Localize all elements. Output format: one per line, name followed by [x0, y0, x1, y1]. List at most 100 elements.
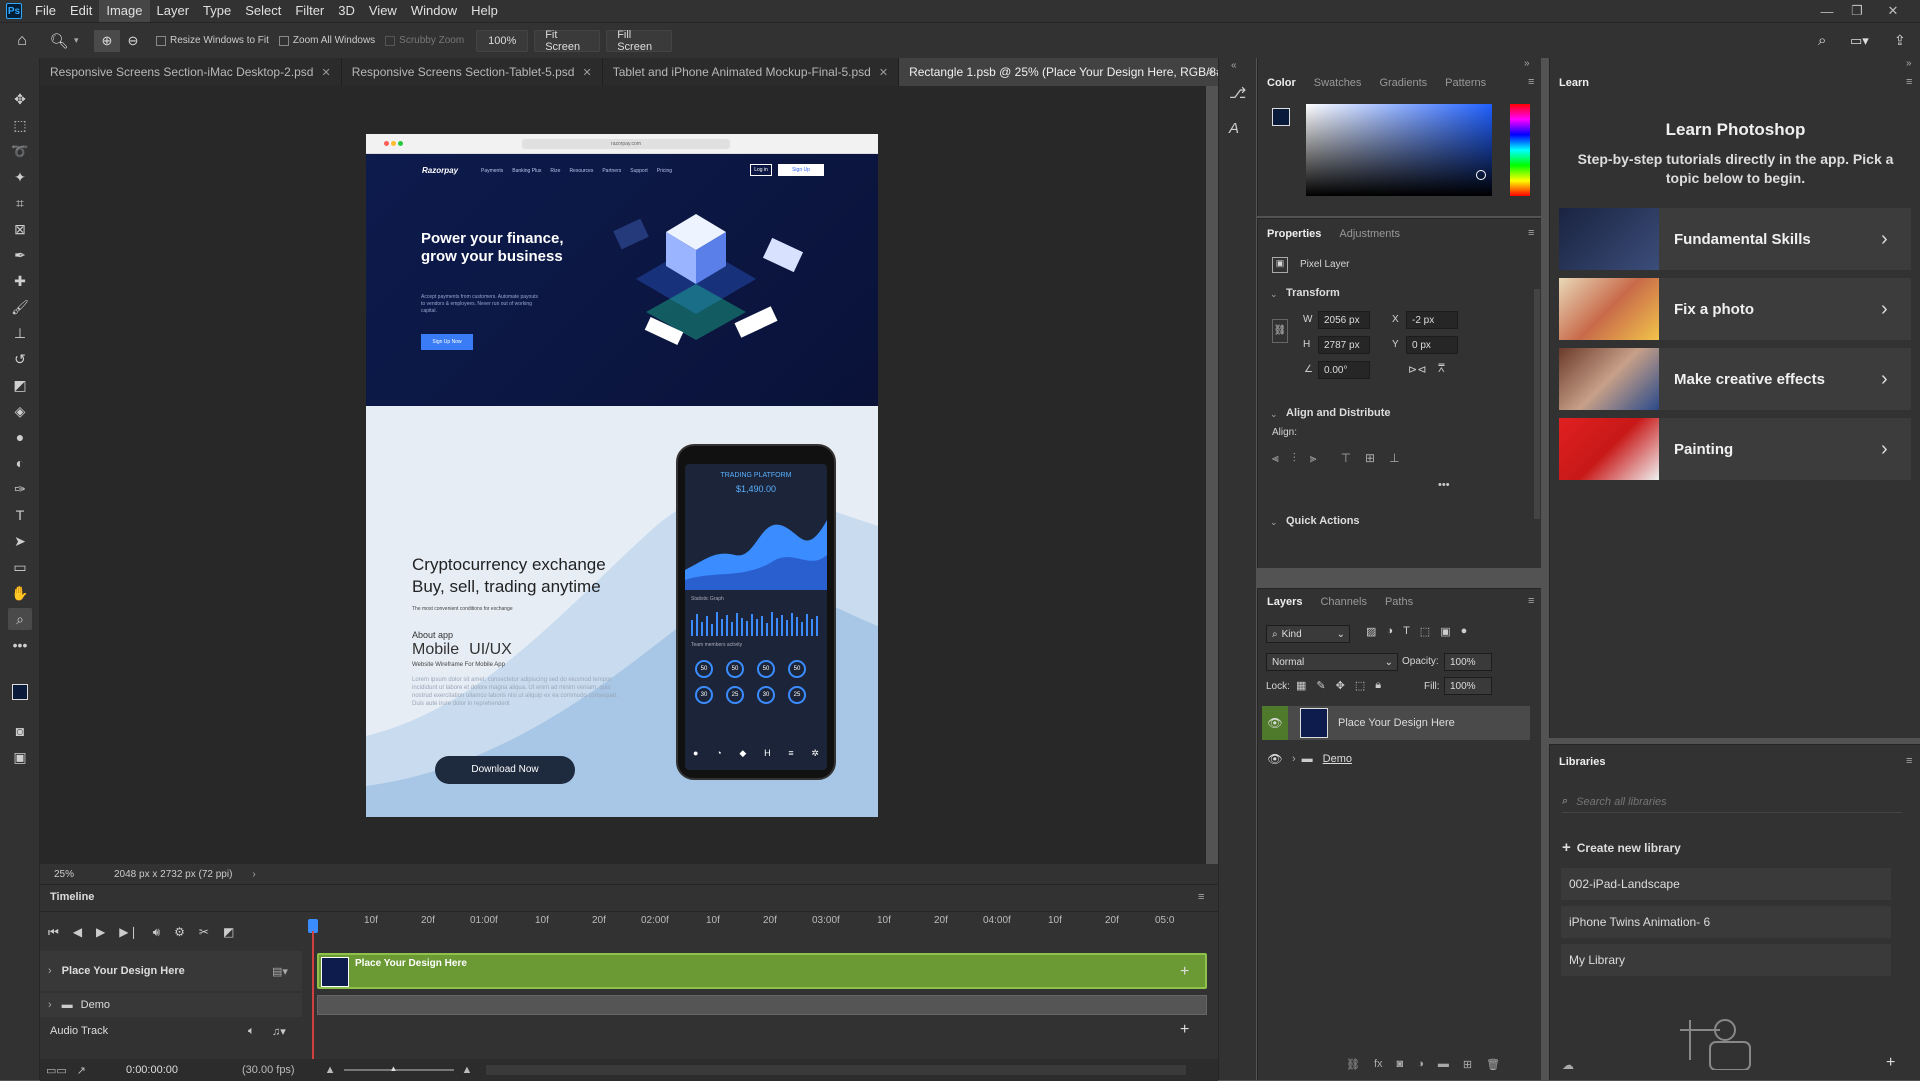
tab-layers[interactable]: Layers	[1258, 589, 1311, 615]
resize-windows-checkbox[interactable]: Resize Windows to Fit	[156, 35, 269, 46]
search-icon[interactable]: ⌕	[1818, 32, 1826, 49]
close-icon[interactable]: ✕	[582, 66, 591, 79]
image-filter-icon[interactable]: ▨	[1366, 625, 1376, 638]
menu-edit[interactable]: Edit	[63, 0, 99, 22]
hue-slider[interactable]	[1510, 104, 1530, 196]
align-middle-v-icon[interactable]: ⊞	[1365, 451, 1375, 466]
first-frame-icon[interactable]: ⏮	[48, 925, 59, 940]
height-field[interactable]: 2787 px	[1318, 336, 1370, 354]
tab-libraries[interactable]: Libraries	[1550, 749, 1614, 775]
fit-screen-button[interactable]: Fit Screen	[534, 29, 601, 53]
close-icon[interactable]: ✕	[879, 66, 888, 79]
home-icon[interactable]: ⌂	[0, 32, 44, 50]
zoom-out-timeline-icon[interactable]: ▲	[325, 1064, 336, 1076]
align-right-icon[interactable]: ⫸	[1310, 451, 1317, 466]
brush-tool-icon[interactable]: 🖌︎	[8, 296, 32, 318]
rectangle-tool-icon[interactable]: ▭	[8, 556, 32, 578]
zoom-tool-icon[interactable]: 🔍︎	[44, 32, 74, 50]
eye-icon[interactable]: 👁︎	[1262, 742, 1288, 776]
tab-adjustments[interactable]: Adjustments	[1330, 221, 1409, 247]
track-header-design[interactable]: › Place Your Design Here ▤▾	[40, 951, 302, 991]
slider-handle-icon[interactable]: ▲	[390, 1064, 398, 1073]
history-brush-icon[interactable]: ↺	[8, 348, 32, 370]
new-group-icon[interactable]: ▬	[1438, 1058, 1449, 1071]
link-layers-icon[interactable]: ⛓	[1346, 1058, 1360, 1071]
frame-mode-icon[interactable]: ▭▭	[46, 1064, 67, 1077]
magic-wand-icon[interactable]: ✦	[8, 166, 32, 188]
zoom-readout[interactable]: 25%	[54, 869, 114, 880]
more-tools-icon[interactable]: •••	[8, 634, 32, 656]
timeline-scrollbar[interactable]	[486, 1065, 1187, 1075]
eraser-tool-icon[interactable]: ◩	[8, 374, 32, 396]
hand-tool-icon[interactable]: ✋	[8, 582, 32, 604]
fill-screen-button[interactable]: Fill Screen	[606, 29, 673, 53]
align-bottom-icon[interactable]: ⊥	[1389, 451, 1399, 466]
expand-icon[interactable]: »	[1524, 58, 1530, 69]
menu-type[interactable]: Type	[196, 0, 238, 22]
close-icon[interactable]: ✕	[1878, 0, 1908, 22]
filter-kind-select[interactable]: ⌕ Kind ⌄	[1266, 625, 1350, 643]
create-library-button[interactable]: + Create new library	[1562, 839, 1681, 856]
history-icon[interactable]: ⎇	[1229, 84, 1246, 102]
close-icon[interactable]: ✕	[321, 66, 330, 79]
library-item[interactable]: My Library	[1561, 944, 1891, 976]
crop-tool-icon[interactable]: ⌗	[8, 192, 32, 214]
menu-layer[interactable]: Layer	[150, 0, 197, 22]
tab-gradients[interactable]: Gradients	[1370, 70, 1436, 96]
adjustment-filter-icon[interactable]: ◑	[1386, 625, 1393, 638]
chevron-right-icon[interactable]: ›	[252, 869, 255, 880]
learn-card-creative-effects[interactable]: Make creative effects ›	[1559, 348, 1911, 410]
double-chevron-right-icon[interactable]: »	[1207, 64, 1214, 78]
lock-all-icon[interactable]: 🔒︎	[1375, 679, 1381, 692]
quick-mask-icon[interactable]: ◙	[8, 720, 32, 742]
eye-icon[interactable]: 👁︎	[1262, 706, 1288, 740]
share-icon[interactable]: ⇪	[1894, 32, 1906, 49]
dodge-tool-icon[interactable]: ◐	[8, 452, 32, 474]
move-tool-icon[interactable]: ✥	[8, 88, 32, 110]
chevron-right-icon[interactable]: ›	[48, 965, 52, 977]
timeline-zoom-slider[interactable]: ▲	[343, 1064, 454, 1073]
tab-color[interactable]: Color	[1258, 70, 1305, 96]
trash-icon[interactable]: 🗑︎	[1486, 1058, 1500, 1071]
zoom-out-icon[interactable]: ⊖	[120, 33, 146, 49]
menu-window[interactable]: Window	[404, 0, 464, 22]
chevron-right-icon[interactable]: ›	[1292, 753, 1296, 765]
zoom-all-windows-checkbox[interactable]: Zoom All Windows	[278, 35, 375, 46]
doc-tab-imac[interactable]: Responsive Screens Section-iMac Desktop-…	[40, 58, 342, 86]
panel-menu-icon[interactable]: ≡	[1906, 755, 1912, 767]
y-field[interactable]: 0 px	[1406, 336, 1458, 354]
opacity-field[interactable]: 100%	[1444, 653, 1492, 671]
flip-horizontal-icon[interactable]: ⊳⊲	[1408, 363, 1426, 376]
properties-scrollbar[interactable]	[1534, 289, 1540, 519]
video-clip[interactable]: Place Your Design Here	[317, 953, 1207, 989]
zoom-value-field[interactable]: 100%	[476, 29, 529, 52]
foreground-color-swatch[interactable]	[1272, 108, 1290, 126]
healing-brush-icon[interactable]: ✚	[8, 270, 32, 292]
path-selection-icon[interactable]: ➤	[8, 530, 32, 552]
eyedropper-icon[interactable]: ✒	[8, 244, 32, 266]
library-search-input[interactable]	[1576, 795, 1877, 808]
angle-field[interactable]: 0.00°	[1318, 361, 1370, 379]
minimize-icon[interactable]: —	[1812, 0, 1842, 22]
menu-file[interactable]: File	[28, 0, 63, 22]
convert-icon[interactable]: ↗	[77, 1064, 86, 1077]
menu-filter[interactable]: Filter	[288, 0, 331, 22]
tab-paths[interactable]: Paths	[1376, 589, 1422, 615]
x-field[interactable]: -2 px	[1406, 311, 1458, 329]
scrubby-zoom-checkbox[interactable]: Scrubby Zoom	[385, 35, 464, 46]
tab-learn[interactable]: Learn	[1550, 70, 1598, 96]
tab-channels[interactable]: Channels	[1311, 589, 1375, 615]
stamp-tool-icon[interactable]: ⊥	[8, 322, 32, 344]
pen-tool-icon[interactable]: ✑	[8, 478, 32, 500]
marquee-tool-icon[interactable]: ⬚	[8, 114, 32, 136]
frame-tool-icon[interactable]: ⊠	[8, 218, 32, 240]
tab-patterns[interactable]: Patterns	[1436, 70, 1495, 96]
menu-view[interactable]: View	[362, 0, 404, 22]
lock-position-icon[interactable]: ✥	[1336, 679, 1345, 692]
lock-artboard-icon[interactable]: ⬚	[1355, 679, 1365, 692]
doc-tab-mockup[interactable]: Tablet and iPhone Animated Mockup-Final-…	[603, 58, 900, 86]
blur-tool-icon[interactable]: ●	[8, 426, 32, 448]
flip-vertical-icon[interactable]: ⩞	[1438, 363, 1445, 376]
smart-object-filter-icon[interactable]: ▣	[1440, 625, 1450, 638]
audio-icon[interactable]: 🔈︎	[248, 1025, 255, 1038]
